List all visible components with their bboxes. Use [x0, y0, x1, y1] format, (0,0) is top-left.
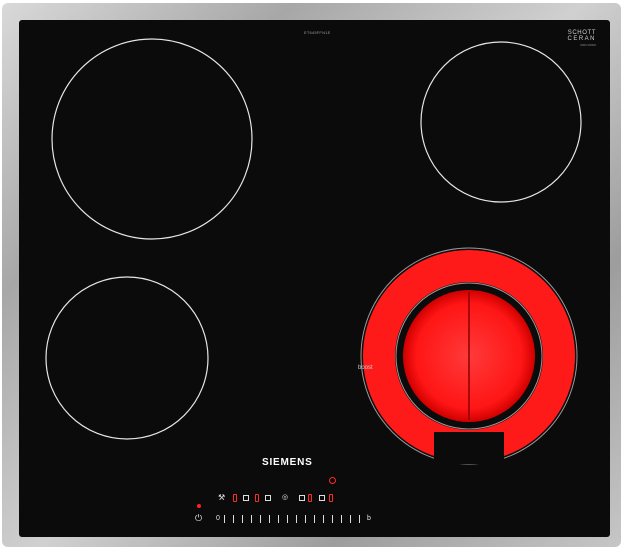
- zone-front-left[interactable]: [45, 276, 209, 440]
- slider-tick: [278, 515, 279, 523]
- display-rear-left: [233, 494, 237, 502]
- power-indicator-led: [197, 504, 201, 508]
- slider-tick: [224, 515, 225, 523]
- power-button[interactable]: ⏻: [195, 514, 202, 523]
- stainless-steel-frame: ET645FFN1E SCHOTT CERAN 0000 00000 boost…: [2, 3, 621, 547]
- zone-rear-left[interactable]: [51, 38, 253, 240]
- slider-tick: [314, 515, 315, 523]
- slider-tick: [242, 515, 243, 523]
- zone-rear-right[interactable]: [420, 41, 582, 203]
- child-lock-icon[interactable]: ⚒: [218, 494, 225, 502]
- timer-icon[interactable]: ◎: [282, 494, 288, 501]
- cooking-zones: [45, 38, 582, 465]
- brand-logo: SIEMENS: [262, 457, 313, 468]
- select-rear-right[interactable]: [319, 495, 325, 501]
- select-front-left[interactable]: [265, 495, 271, 501]
- slider-tick: [251, 515, 252, 523]
- zone-front-right-dual[interactable]: [360, 247, 578, 465]
- zone-cold-gap: [434, 432, 504, 464]
- slider-tick: [323, 515, 324, 523]
- slider-tick: [269, 515, 270, 523]
- slider-tick: [233, 515, 234, 523]
- slider-tick: [350, 515, 351, 523]
- display-front-right: [308, 494, 312, 502]
- slider-tick: [341, 515, 342, 523]
- slider-tick: [359, 515, 360, 523]
- display-front-left: [255, 494, 259, 502]
- slider-tick: [305, 515, 306, 523]
- display-rear-right: [329, 494, 333, 502]
- ceramic-glass-surface: ET645FFN1E SCHOTT CERAN 0000 00000 boost…: [19, 20, 610, 537]
- select-rear-left[interactable]: [243, 495, 249, 501]
- slider-tick: [287, 515, 288, 523]
- boost-label: boost: [358, 365, 373, 371]
- power-level-slider[interactable]: [224, 515, 362, 523]
- slider-tick: [296, 515, 297, 523]
- boost-button[interactable]: [329, 477, 336, 484]
- slider-tick: [260, 515, 261, 523]
- slider-end-label: b: [367, 515, 371, 522]
- select-front-right[interactable]: [299, 495, 305, 501]
- slider-zero-label: 0: [216, 515, 220, 522]
- slider-tick: [332, 515, 333, 523]
